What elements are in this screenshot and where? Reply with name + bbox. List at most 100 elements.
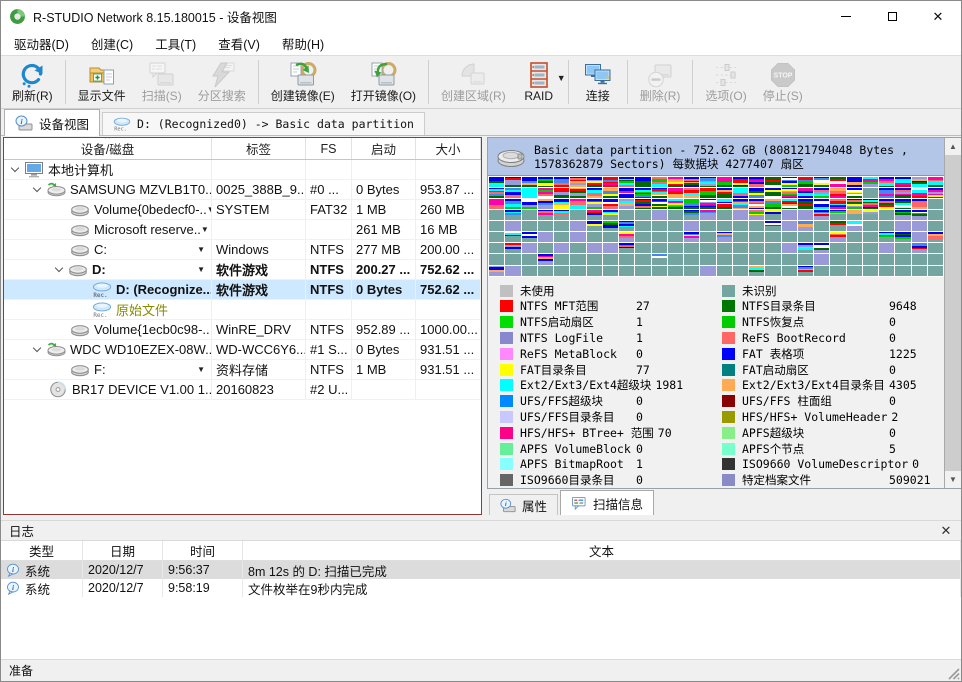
chevron-down-icon[interactable]: ▼ (201, 225, 211, 234)
expander-icon[interactable] (55, 264, 63, 272)
tree-row-boot: 1 MB (352, 360, 416, 379)
create-image-button[interactable]: 创建镜像(E) (263, 57, 343, 107)
tree-row[interactable]: D:▼软件游戏NTFS200.27 ...752.62 ... (4, 260, 481, 280)
log-time-cell: 9:58:19 (163, 579, 243, 597)
tree-row[interactable]: Microsoft reserve..▼261 MB16 MB (4, 220, 481, 240)
scroll-down-icon[interactable]: ▼ (945, 471, 961, 488)
create-region-icon (459, 61, 487, 89)
legend-count: 0 (632, 442, 643, 456)
tree-row[interactable]: Volume{1ecb0c98-..▼WinRE_DRVNTFS952.89 .… (4, 320, 481, 340)
tree-row-name-cell: Rec.原始文件 (4, 300, 212, 319)
svg-text:Rec.: Rec. (114, 127, 127, 132)
delete-button: 删除(R) (632, 57, 689, 107)
chevron-down-icon[interactable]: ▼ (557, 73, 566, 83)
menu-item-3[interactable]: 查看(V) (207, 31, 271, 56)
scan-tab-0[interactable]: i属性 (489, 494, 558, 515)
view-tab-1[interactable]: Rec. D: (Recognized0) -> Basic data parti… (102, 112, 425, 135)
tree-header-label: 启动 (371, 139, 396, 158)
log-time-cell: 9:56:37 (163, 561, 243, 579)
minimize-button[interactable] (823, 1, 869, 31)
tree-row-fs: NTFS (306, 320, 352, 339)
hdd-physical-icon (46, 181, 66, 198)
log-type-cell: i系统 (1, 561, 83, 579)
tree-row[interactable]: Volume{0bedecf0-..▼SYSTEMFAT321 MB260 MB (4, 200, 481, 220)
log-header-3[interactable]: 文本 (243, 541, 961, 560)
info-balloon-icon: i (6, 581, 20, 595)
view-tab-label: 设备视图 (39, 114, 89, 133)
scroll-up-icon[interactable]: ▲ (945, 138, 961, 155)
log-header-1[interactable]: 日期 (83, 541, 163, 560)
scroll-thumb[interactable] (945, 155, 961, 471)
tree-row[interactable]: WDC WD10EZEX-08W...WD-WCC6Y6...#1 S...0 … (4, 340, 481, 360)
view-tab-0[interactable]: i设备视图 (4, 109, 100, 136)
menu-item-0[interactable]: 驱动器(D) (3, 31, 80, 56)
legend-count: 0 (632, 473, 643, 487)
tree-row-size: 953.87 ... (416, 180, 481, 199)
tree-row[interactable]: Rec.D: (Recognize...软件游戏NTFS0 Bytes752.6… (4, 280, 481, 300)
menu-item-1[interactable]: 创建(C) (80, 31, 144, 56)
tree-row-fs: NTFS (306, 260, 352, 279)
tree-row-label: C: (94, 242, 107, 257)
tree-header-1[interactable]: 标签 (212, 138, 306, 159)
chevron-down-icon[interactable]: ▼ (197, 365, 207, 374)
tree-row-name-cell: SAMSUNG MZVLB1T0... (4, 180, 212, 199)
menu-item-4[interactable]: 帮助(H) (271, 31, 335, 56)
tree-header-2[interactable]: FS (306, 138, 352, 159)
device-tree-panel: ^设备/磁盘标签FS 启动 大小 本地计算机SAMSUNG MZVLB1T0...0… (3, 137, 482, 515)
tree-header-4[interactable]: 大小 (416, 138, 481, 159)
close-button[interactable]: ✕ (915, 1, 961, 31)
tree-row-size: 16 MB (416, 220, 481, 239)
tree-row[interactable]: SAMSUNG MZVLB1T0...0025_388B_9...#0 ...0… (4, 180, 481, 200)
refresh-button[interactable]: 刷新(R) (4, 57, 61, 107)
log-header-2[interactable]: 时间 (163, 541, 243, 560)
chevron-down-icon[interactable]: ▼ (197, 265, 207, 274)
legend-label: 未识别 (742, 283, 885, 299)
legend-swatch (500, 364, 513, 376)
tree-header-0[interactable]: ^设备/磁盘 (4, 138, 212, 159)
tree-row-name-cell: 本地计算机 (4, 160, 212, 179)
scan-scrollbar[interactable]: ▲ ▼ (944, 138, 961, 488)
tree-row[interactable]: Rec.原始文件 (4, 300, 481, 320)
menu-item-2[interactable]: 工具(T) (144, 31, 207, 56)
log-close-button[interactable]: ✕ (931, 523, 961, 539)
tree-row-name-cell: Microsoft reserve..▼ (4, 220, 212, 239)
raid-button[interactable]: ▼ RAID (514, 57, 564, 107)
tree-row-name-cell: Volume{1ecb0c98-..▼ (4, 320, 212, 339)
raid-button-label: RAID (524, 89, 553, 104)
tree-header-label: 大小 (435, 139, 460, 158)
resize-grip-icon[interactable] (946, 666, 960, 680)
scan-tab-1[interactable]: 扫描信息 (560, 490, 654, 515)
connect-button[interactable]: 连接 (573, 57, 623, 107)
view-tab-label: D: (Recognized0) -> Basic data partition (137, 117, 414, 131)
tree-row[interactable]: C:▼WindowsNTFS277 MB200.00 ... (4, 240, 481, 260)
log-row[interactable]: i系统2020/12/79:56:378m 12s 的 D: 扫描已完成 (1, 561, 961, 579)
tree-row[interactable]: F:▼资料存储NTFS1 MB931.51 ... (4, 360, 481, 380)
legend-count: 9648 (885, 299, 917, 313)
rec-icon: Rec. (92, 281, 112, 298)
legend-count: 0 (885, 363, 896, 377)
tree-row[interactable]: 本地计算机 (4, 160, 481, 180)
expander-icon[interactable] (33, 184, 41, 192)
svg-text:Rec.: Rec. (93, 293, 107, 298)
legend-item: ISO9660目录条目0 (500, 472, 722, 488)
hdd-physical-icon (46, 341, 66, 358)
expander-icon[interactable] (11, 164, 19, 172)
legend-swatch (722, 332, 735, 344)
log-header-0[interactable]: 类型 (1, 541, 83, 560)
expander-icon[interactable] (33, 344, 41, 352)
show-files-button[interactable]: 显示文件 (70, 57, 134, 107)
tree-row[interactable]: BR17 DEVICE V1.00 1....20160823#2 U... (4, 380, 481, 400)
log-row[interactable]: i系统2020/12/79:58:19文件枚举在9秒内完成 (1, 579, 961, 597)
maximize-button[interactable] (869, 1, 915, 31)
tree-header-3[interactable]: 启动 (352, 138, 416, 159)
tree-row-label: D: (Recognize... (116, 282, 212, 297)
tree-row-fs (306, 300, 352, 319)
minimize-icon (841, 16, 851, 17)
create-image-icon (289, 61, 317, 89)
open-image-button[interactable]: 打开镜像(O) (343, 57, 424, 107)
chevron-down-icon[interactable]: ▼ (197, 245, 207, 254)
toolbar-separator (258, 60, 259, 104)
scan-info-icon (571, 496, 587, 511)
options-button-label: 选项(O) (705, 89, 746, 104)
legend-swatch (722, 285, 735, 297)
